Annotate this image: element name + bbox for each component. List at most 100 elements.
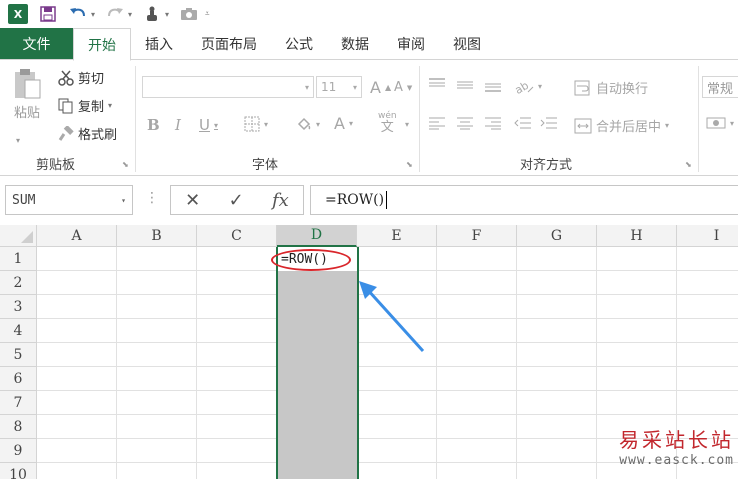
bold-button[interactable]: B [147,116,160,134]
accounting-format-button[interactable]: ▾ [706,116,734,130]
italic-button[interactable]: I [175,116,181,134]
column-header-g[interactable]: G [517,225,597,247]
font-name-combo[interactable]: ▾ [142,76,314,98]
paste-dropdown-icon[interactable]: ▾ [16,136,20,145]
row-header-2[interactable]: 2 [0,271,37,295]
decrease-indent-icon[interactable] [514,116,532,130]
tab-home[interactable]: 开始 [73,28,131,61]
select-all-button[interactable] [0,225,37,247]
copy-button[interactable]: 复制 ▾ [58,96,112,115]
cut-label: 剪切 [78,72,105,87]
excel-logo-letter: X [13,7,23,21]
align-left-icon[interactable] [428,116,446,130]
row-header-7[interactable]: 7 [0,391,37,415]
tab-formulas[interactable]: 公式 [271,28,327,60]
redo-dropdown-icon[interactable]: ▾ [128,10,132,19]
alignment-launcher-icon[interactable]: ⬊ [685,160,692,169]
grow-font-button[interactable]: A ▲ [370,78,391,97]
column-header-i[interactable]: I [677,225,738,247]
worksheet-grid[interactable]: A B C D E F G H I 1 2 3 4 5 6 7 8 9 10 =ROW() 易采站长站 www.ea… [0,225,738,479]
borders-button[interactable]: ▾ [244,116,268,132]
text-cursor [386,191,388,209]
tab-insert[interactable]: 插入 [131,28,187,60]
cancel-icon[interactable]: ✕ [185,190,200,211]
undo-dropdown-icon[interactable]: ▾ [91,10,95,19]
formula-input[interactable]: =ROW() [310,185,738,215]
row-header-10[interactable]: 10 [0,463,37,479]
row-header-9[interactable]: 9 [0,439,37,463]
tab-data[interactable]: 数据 [327,28,383,60]
vertical-align-buttons [428,78,502,92]
paste-button[interactable]: 粘贴 [12,68,42,121]
underline-dropdown-icon: ▾ [213,120,218,130]
name-box-value: SUM [12,192,36,208]
clipboard-launcher-icon[interactable]: ⬊ [122,160,129,169]
column-header-f[interactable]: F [437,225,517,247]
font-launcher-icon[interactable]: ⬊ [406,160,413,169]
font-name-dropdown-icon: ▾ [304,82,309,92]
number-format-combo[interactable]: 常规 [702,76,738,98]
align-bottom-icon[interactable] [484,78,502,92]
touch-mode-dropdown-icon[interactable]: ▾ [165,10,169,19]
format-painter-button[interactable]: 格式刷 [58,124,117,143]
scissors-icon [58,70,74,86]
font-color-button[interactable]: A ▾ [334,114,353,133]
name-box[interactable]: SUM ▾ [5,185,133,215]
font-size-dropdown-icon: ▾ [352,82,357,92]
italic-label: I [175,116,181,134]
enter-icon[interactable]: ✓ [229,190,244,211]
row-header-8[interactable]: 8 [0,415,37,439]
redo-icon[interactable] [105,4,125,24]
font-size-combo[interactable]: 11 ▾ [316,76,362,98]
underline-button[interactable]: U ▾ [199,116,218,134]
orientation-icon: ab [514,78,534,94]
touch-mode-icon[interactable] [142,4,162,24]
tab-page-layout[interactable]: 页面布局 [187,28,271,60]
column-header-e[interactable]: E [357,225,437,247]
shrink-font-button[interactable]: A ▼ [394,80,412,95]
orientation-button[interactable]: ab ▾ [514,78,542,94]
insert-function-icon[interactable]: fx [272,190,289,211]
row-header-1[interactable]: 1 [0,247,37,271]
undo-icon[interactable] [68,4,88,24]
align-center-icon[interactable] [456,116,474,130]
bold-label: B [147,116,160,134]
camera-icon[interactable] [179,4,199,24]
format-painter-label: 格式刷 [78,128,118,143]
customize-icon[interactable]: ⩡ [205,9,210,19]
align-middle-icon[interactable] [456,78,474,92]
align-right-icon[interactable] [484,116,502,130]
grid-line [596,247,597,479]
font-size-value: 11 [321,80,337,94]
column-header-b[interactable]: B [117,225,197,247]
tab-view[interactable]: 视图 [439,28,495,60]
phonetic-button[interactable]: wén 文 [378,112,397,135]
copy-dropdown-icon[interactable]: ▾ [108,101,112,110]
row-header-6[interactable]: 6 [0,367,37,391]
column-header-h[interactable]: H [597,225,677,247]
increase-indent-icon[interactable] [540,116,558,130]
merge-center-button[interactable]: 合并后居中 ▾ [574,116,669,135]
currency-icon [706,116,726,130]
wrap-text-button[interactable]: 自动换行 [574,78,648,97]
row-header-3[interactable]: 3 [0,295,37,319]
fill-color-dropdown-icon: ▾ [316,119,321,129]
tab-file[interactable]: 文件 [0,28,73,60]
wrap-text-label: 自动换行 [596,82,649,97]
formula-buttons: ✕ ✓ fx [170,185,304,215]
font-color-dropdown-icon: ▾ [348,119,353,128]
fill-color-button[interactable]: ▾ [296,116,320,132]
row-header-4[interactable]: 4 [0,319,37,343]
name-box-dropdown-icon[interactable]: ▾ [121,196,126,205]
align-top-icon[interactable] [428,78,446,92]
column-header-a[interactable]: A [37,225,117,247]
save-icon[interactable] [38,4,58,24]
column-header-c[interactable]: C [197,225,277,247]
row-header-5[interactable]: 5 [0,343,37,367]
column-header-d[interactable]: D [277,225,357,247]
watermark-url: www.easck.com [619,453,734,468]
tab-review[interactable]: 审阅 [383,28,439,60]
formula-bar-grip-icon[interactable]: ⋮ [145,190,159,206]
phonetic-dropdown-icon[interactable]: ▾ [405,120,409,129]
cut-button[interactable]: 剪切 [58,68,104,87]
